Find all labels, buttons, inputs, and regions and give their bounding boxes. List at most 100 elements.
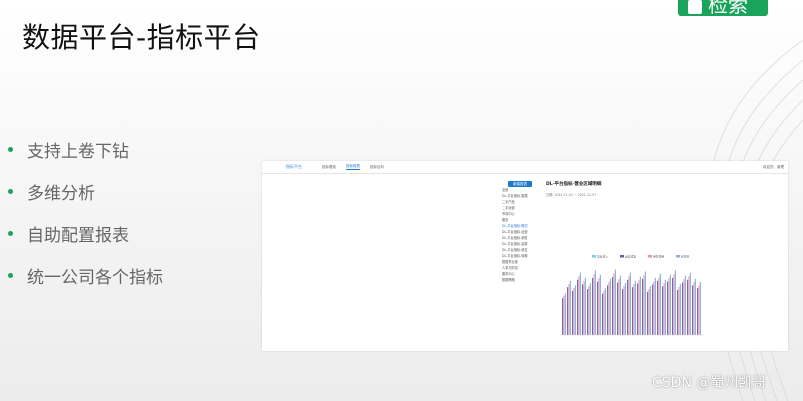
chart-bar (633, 284, 635, 335)
chart-bar (657, 280, 659, 335)
chart-bar (607, 285, 609, 335)
chart-bar (663, 283, 665, 335)
feature-label: 统一公司各个指标 (27, 267, 163, 288)
chart-bar (569, 280, 571, 335)
chart-bar (643, 275, 645, 335)
report-chart: 营业收入 运营成本 销售费用 利润率 (560, 255, 704, 336)
chart-bar (678, 286, 680, 335)
user-greeting[interactable]: 欢迎您，管理 (763, 165, 784, 170)
chart-bar (562, 298, 564, 335)
chart-bars (562, 269, 701, 335)
chart-legend: 营业收入 运营成本 销售费用 利润率 (592, 255, 690, 259)
chart-bar (614, 269, 616, 335)
report-title: DL-平台指标-营业区域明细 (546, 182, 602, 187)
chart-bar (592, 277, 594, 335)
date-filter: 日期: 2021-11-01 ~ 2021-11-07 (546, 193, 597, 197)
report-panel: DL-平台指标-营业区域明细 日期: 2021-11-01 ~ 2021-11-… (546, 181, 726, 197)
chart-bar (593, 274, 595, 335)
app-logo: 指标平台 (286, 164, 302, 169)
chart-bar (698, 285, 700, 335)
feature-item: 多维分析 (8, 170, 163, 212)
chart-bar (617, 282, 619, 335)
sidebar-item[interactable]: 数据策略 (502, 277, 538, 283)
feature-list: 支持上卷下钻 多维分析 自助配置报表 统一公司各个指标 (8, 128, 163, 296)
chart-bar (637, 283, 639, 335)
chart-bar (644, 271, 646, 335)
chart-bar (687, 279, 689, 335)
feature-item: 自助配置报表 (8, 212, 163, 254)
chart-bar (694, 278, 696, 335)
chart-bar (623, 286, 625, 335)
chart-bar (628, 276, 630, 335)
date-to-input[interactable]: 2021-11-07 (578, 193, 597, 197)
bullet-dot-icon (8, 272, 13, 278)
chart-bar (577, 279, 579, 335)
legend-label: 营业收入 (597, 255, 608, 259)
chart-bar (658, 277, 660, 335)
chart-bar (629, 272, 631, 335)
chart-bar (679, 284, 681, 335)
chart-bar (608, 282, 610, 335)
chart-bar (664, 279, 666, 335)
feature-label: 自助配置报表 (27, 225, 129, 246)
chart-bar (638, 280, 640, 335)
chart-bar (568, 284, 570, 335)
chart-bar (677, 289, 679, 335)
chart-bar (572, 290, 574, 335)
chart-bar (683, 279, 685, 335)
search-button[interactable]: 检索 (678, 0, 768, 16)
legend-swatch (648, 255, 652, 258)
chart-bar (599, 274, 601, 335)
sidebar-list: 全部 DL-平台指标-数据 二手产品 二手运营 市场中心 服务 DL-平台指标-概况 DL-平… (500, 187, 538, 283)
chart-bar (639, 276, 641, 335)
chart-bar (674, 270, 676, 335)
chart-bar (567, 287, 569, 335)
chart-bar (697, 288, 699, 335)
search-icon (688, 0, 702, 14)
chart-bar (589, 283, 591, 335)
chart-bar (693, 282, 695, 335)
chart-bar (619, 275, 621, 335)
chart-bar (653, 281, 655, 335)
chart-bar (667, 281, 669, 335)
chart-bar (578, 276, 580, 335)
chart-bar (668, 278, 670, 335)
chart-bar (573, 287, 575, 335)
feature-label: 支持上卷下钻 (27, 141, 129, 162)
legend-swatch (592, 255, 596, 258)
nav-item[interactable]: 指标看板 (322, 165, 336, 170)
chart-bar (648, 288, 650, 335)
date-from-input[interactable]: 2021-11-01 (554, 193, 573, 197)
chart-bar (673, 274, 675, 335)
chart-bar (672, 277, 674, 335)
chart-bar (692, 285, 694, 335)
chart-bar (632, 287, 634, 335)
chart-bar (618, 279, 620, 335)
chart-bar (603, 290, 605, 335)
slide-title: 数据平台-指标平台 (22, 21, 261, 54)
watermark: CSDN @蜀州凯哥 (652, 375, 767, 391)
legend-swatch (676, 255, 680, 258)
app-header: 指标平台 指标看板 指标报表 指标百科 欢迎您，管理 (262, 161, 788, 174)
chart-bar (652, 284, 654, 335)
chart-bar (699, 281, 701, 335)
chart-bar (669, 274, 671, 335)
chart-bar (684, 275, 686, 335)
chart-bar (624, 283, 626, 335)
chart-bar (662, 286, 664, 335)
chart-bar (564, 293, 566, 335)
chart-bar (583, 281, 585, 335)
chart-bar (642, 278, 644, 335)
nav-item[interactable]: 指标百科 (370, 165, 384, 170)
feature-item: 支持上卷下钻 (8, 128, 163, 170)
nav-item-active[interactable]: 指标报表 (346, 164, 360, 170)
feature-item: 统一公司各个指标 (8, 254, 163, 296)
chart-bar (597, 281, 599, 335)
chart-bar (647, 291, 649, 335)
chart-bar (654, 277, 656, 335)
chart-bar (634, 280, 636, 335)
bullet-dot-icon (8, 146, 13, 152)
legend-swatch (620, 255, 624, 258)
chart-bar (613, 273, 615, 335)
legend-label: 运营成本 (625, 255, 636, 259)
